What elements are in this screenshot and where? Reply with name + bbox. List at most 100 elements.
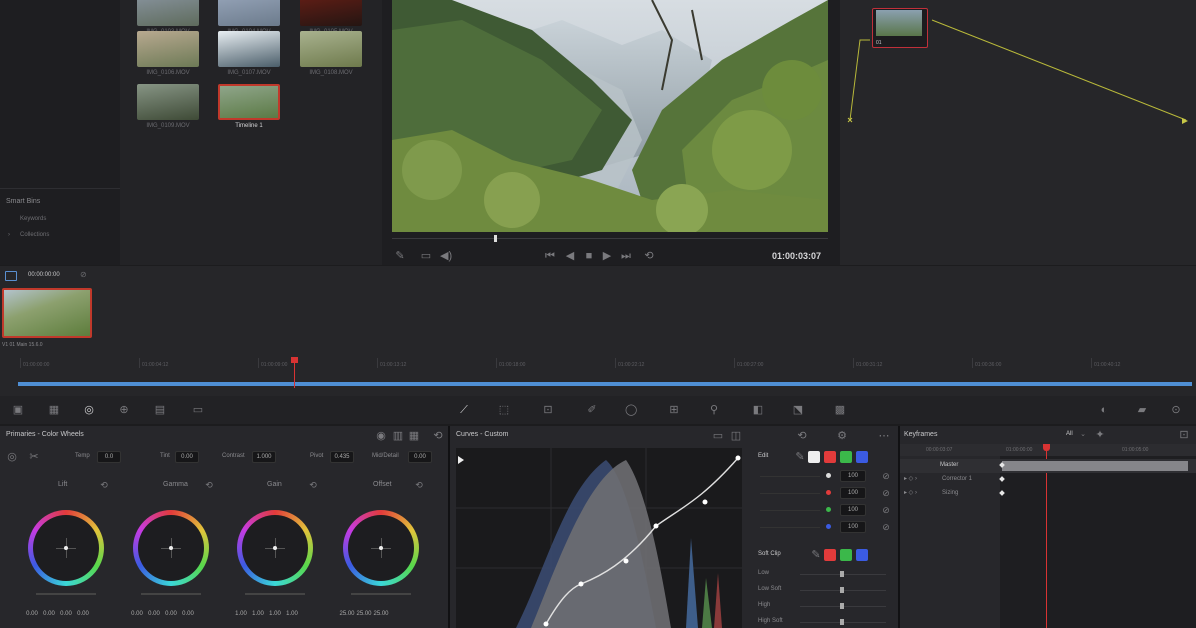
- scrubber-handle[interactable]: [494, 235, 497, 242]
- smart-bin-keywords[interactable]: Keywords: [20, 216, 46, 222]
- color-warper-icon[interactable]: ⬚: [498, 404, 510, 416]
- skip-back-icon[interactable]: ⏮: [544, 250, 556, 262]
- wheel-value[interactable]: 1.00: [233, 611, 249, 617]
- softclip-b-swatch[interactable]: [856, 549, 868, 561]
- wheel-reset-icon[interactable]: ⟲: [203, 479, 215, 491]
- wheel-value[interactable]: 0.00: [58, 611, 74, 617]
- curves-icon[interactable]: ⟋: [458, 404, 470, 416]
- color-match-icon[interactable]: ▦: [48, 404, 60, 416]
- keyframes-icon[interactable]: ▰: [1136, 404, 1148, 416]
- color-wheel-lift[interactable]: [28, 510, 104, 586]
- softclip-r-swatch[interactable]: [824, 549, 836, 561]
- stop-icon[interactable]: ■: [583, 250, 595, 262]
- softclip-g-swatch[interactable]: [840, 549, 852, 561]
- wheel-value[interactable]: 0.00: [180, 611, 196, 617]
- wheel-reset-icon[interactable]: ⟲: [413, 479, 425, 491]
- bars-mode-icon[interactable]: ▥: [392, 430, 404, 442]
- wheel-value[interactable]: 1.00: [267, 611, 283, 617]
- tracker-icon[interactable]: ⊞: [668, 404, 680, 416]
- wheel-dot[interactable]: [273, 546, 277, 550]
- wheel-dot[interactable]: [64, 546, 68, 550]
- auto-balance-icon[interactable]: ◎: [6, 451, 18, 463]
- color-wheel-offset[interactable]: [343, 510, 419, 586]
- keyframe-options-icon[interactable]: ⊡: [1178, 429, 1190, 441]
- softclip-handle[interactable]: [840, 587, 844, 593]
- wheel-value[interactable]: 0.00: [129, 611, 145, 617]
- media-clip-thumbnail[interactable]: [300, 0, 362, 26]
- channel-r-swatch[interactable]: [824, 451, 836, 463]
- audio-icon[interactable]: ◀): [440, 250, 452, 262]
- hdr-icon[interactable]: ⊕: [118, 404, 130, 416]
- edit-row-value[interactable]: 100: [840, 487, 866, 499]
- edit-row-value[interactable]: 100: [840, 521, 866, 533]
- media-clip-thumbnail[interactable]: [300, 31, 362, 67]
- motion-effects-icon[interactable]: ▭: [192, 404, 204, 416]
- qualifier-picker-icon[interactable]: ✐: [586, 404, 598, 416]
- scopes-icon[interactable]: ⊙: [1170, 404, 1182, 416]
- grid-mode-icon[interactable]: ▦: [408, 430, 420, 442]
- key-icon[interactable]: ⬔: [792, 404, 804, 416]
- sizing-icon[interactable]: ▩: [834, 404, 846, 416]
- param-value[interactable]: 1.000: [252, 451, 276, 463]
- edit-row-value[interactable]: 100: [840, 470, 866, 482]
- curves-reset-icon[interactable]: ⟲: [796, 430, 808, 442]
- wheel-value[interactable]: 25.00: [373, 611, 389, 617]
- wheel-value[interactable]: 0.00: [24, 611, 40, 617]
- wheel-value[interactable]: 0.00: [41, 611, 57, 617]
- curves-mode-icon[interactable]: ▭: [712, 430, 724, 442]
- link-icon[interactable]: ⊘: [880, 504, 892, 516]
- wheel-value[interactable]: 0.00: [163, 611, 179, 617]
- wheel-dot[interactable]: [379, 546, 383, 550]
- wheel-slider[interactable]: [141, 593, 201, 595]
- wheel-value[interactable]: 1.00: [284, 611, 300, 617]
- reset-icon[interactable]: ⟲: [432, 430, 444, 442]
- edit-pencil-icon[interactable]: ✎: [794, 451, 806, 463]
- loop-icon[interactable]: ⟲: [643, 250, 655, 262]
- media-clip-thumbnail[interactable]: [218, 0, 280, 26]
- softclip-handle[interactable]: [840, 571, 844, 577]
- more-options-icon[interactable]: ⋯: [878, 430, 890, 442]
- 3d-icon[interactable]: ◐: [1098, 404, 1110, 416]
- timeline-track[interactable]: [18, 382, 1192, 386]
- param-value[interactable]: 0.0: [97, 451, 121, 463]
- pointer-icon[interactable]: ✎: [394, 250, 406, 262]
- edit-row-value[interactable]: 100: [840, 504, 866, 516]
- wheel-dot[interactable]: [169, 546, 173, 550]
- keyframes-mode-select[interactable]: All: [1066, 431, 1073, 437]
- keyframe-expand-icon[interactable]: ▸ ◇ ›: [904, 489, 917, 496]
- magic-mask-icon[interactable]: ⚲: [708, 404, 720, 416]
- rgb-mixer-icon[interactable]: ▤: [154, 404, 166, 416]
- wheel-reset-icon[interactable]: ⟲: [307, 479, 319, 491]
- keyframes-playhead-handle[interactable]: [1043, 444, 1050, 451]
- channel-g-swatch[interactable]: [840, 451, 852, 463]
- qualifier-icon[interactable]: ⊡: [542, 404, 554, 416]
- window-icon[interactable]: ◯: [625, 404, 637, 416]
- wheel-slider[interactable]: [351, 593, 411, 595]
- curves-option-icon[interactable]: ◫: [730, 430, 742, 442]
- blur-icon[interactable]: ◧: [752, 404, 764, 416]
- chevron-down-icon[interactable]: ⌄: [1077, 429, 1089, 441]
- link-icon[interactable]: ⊘: [880, 470, 892, 482]
- param-value[interactable]: 0.00: [408, 451, 432, 463]
- wheel-value[interactable]: 0.00: [75, 611, 91, 617]
- link-icon[interactable]: ⊘: [80, 270, 87, 279]
- media-clip-thumbnail[interactable]: [137, 84, 199, 120]
- playhead-handle[interactable]: [291, 357, 298, 363]
- media-clip-thumbnail[interactable]: [218, 31, 280, 67]
- color-wheel-gain[interactable]: [237, 510, 313, 586]
- viewer-scrubber[interactable]: [392, 238, 828, 239]
- wheel-slider[interactable]: [245, 593, 305, 595]
- curves-graph[interactable]: [456, 448, 742, 628]
- transform-icon[interactable]: ▭: [420, 250, 432, 262]
- step-back-icon[interactable]: ◀: [564, 250, 576, 262]
- link-icon[interactable]: ⊘: [880, 521, 892, 533]
- clip-icon[interactable]: [5, 271, 17, 281]
- smart-bin-collections[interactable]: Collections: [20, 232, 49, 238]
- log-mode-icon[interactable]: ◉: [375, 430, 387, 442]
- media-clip-thumbnail[interactable]: [137, 31, 199, 67]
- param-value[interactable]: 0.435: [330, 451, 354, 463]
- camera-raw-icon[interactable]: ▣: [12, 404, 24, 416]
- color-wheels-icon[interactable]: ◎: [83, 404, 95, 416]
- skip-forward-icon[interactable]: ⏭: [620, 250, 632, 262]
- media-clip-thumbnail[interactable]: [137, 0, 199, 26]
